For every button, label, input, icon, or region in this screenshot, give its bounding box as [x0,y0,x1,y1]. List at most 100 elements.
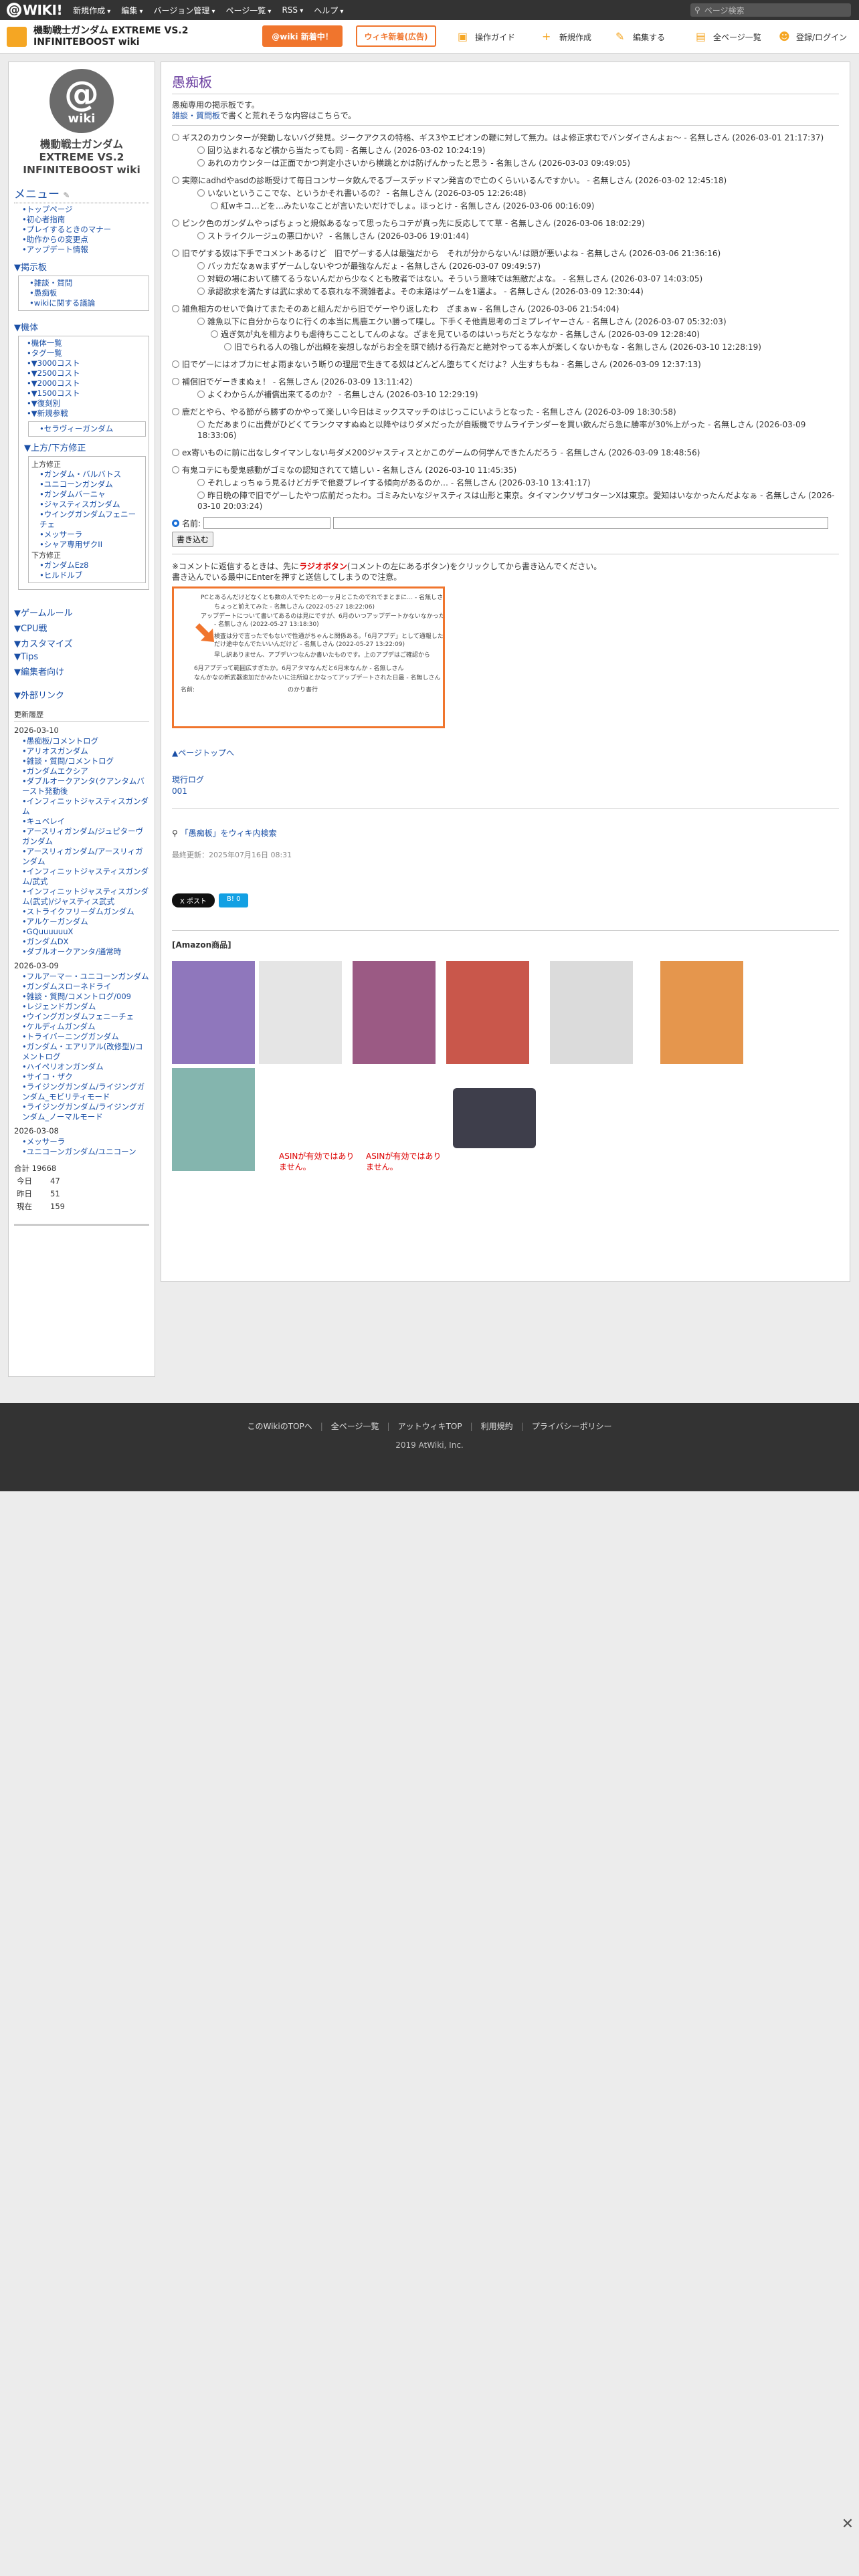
recent-item[interactable]: ダブルオークアンタ/通常時 [22,947,149,957]
reply-radio[interactable] [172,378,179,385]
keijiban-item[interactable]: 雑談・質問 [29,278,146,288]
reply-radio[interactable] [172,134,179,141]
recent-item[interactable]: 愚痴板/コメントログ [22,736,149,746]
keijiban-item[interactable]: 愚痴板 [29,288,146,298]
buff-unit-item[interactable]: ユニコーンガンダム [39,479,142,490]
new-page-link[interactable]: + 新規作成 [542,25,591,48]
sidebar-section-heading[interactable]: ▼編集者向け [14,665,149,677]
guide-link[interactable]: ▣ 操作ガイド [458,25,515,48]
reply-radio[interactable] [172,177,179,184]
recent-item[interactable]: GQuuuuuuX [22,927,149,937]
all-pages-link[interactable]: ▤ 全ページ一覧 [696,25,761,48]
recent-item[interactable]: フルアーマー・ユニコーンガンダム [22,972,149,982]
wiki-logo[interactable]: @ wiki [50,69,114,133]
silver-gundam-figure[interactable] [550,961,633,1064]
menu-pagelist[interactable]: ページ一覧 [225,5,271,16]
wiki-ad-button[interactable]: ウィキ新着(広告) [356,25,436,47]
kitai-item[interactable]: 機体一覧 [27,338,146,348]
history-heading[interactable]: 現行ログ [172,775,204,784]
reply-radio[interactable] [197,159,205,167]
new-comment-radio[interactable] [172,519,179,527]
red-gundam-figure[interactable] [446,961,529,1064]
reply-radio[interactable] [197,421,205,428]
kitai-item[interactable]: ▼1500コスト [27,389,146,399]
page-search-input[interactable]: ⚲ ページ検索 [690,3,851,17]
kitai-item[interactable]: ▼3000コスト [27,358,146,368]
footer-link[interactable]: このWikiのTOPへ [248,1422,312,1431]
recent-item[interactable]: レジェンドガンダム [22,1002,149,1012]
recent-item[interactable]: アースリィガンダム/ジュピターヴガンダム [22,827,149,847]
menu-new[interactable]: 新規作成 [73,5,110,16]
buff-unit-item[interactable]: メッサーラ [39,530,142,540]
close-icon[interactable]: ✕ [839,2516,856,2533]
recent-item[interactable]: ライジングガンダム/ライジングガンダム_ノーマルモード [22,1102,149,1122]
name-input[interactable] [203,517,331,529]
x-post-button[interactable]: X ポスト [172,893,215,907]
submit-button[interactable]: 書き込む [172,532,214,547]
reply-radio[interactable] [197,318,205,325]
reply-radio[interactable] [172,305,179,312]
reply-radio[interactable] [211,330,218,338]
reply-radio[interactable] [197,479,205,486]
keijiban-item[interactable]: wikiに関する議論 [29,298,146,308]
kitai-item[interactable]: ▼新規参戦 [27,409,146,419]
purple-gundam-figure[interactable] [353,961,436,1064]
reply-radio[interactable] [172,249,179,257]
external-links-heading[interactable]: ▼外部リンク [14,688,149,701]
menu-version[interactable]: バージョン管理 [154,5,215,16]
menu-item[interactable]: プレイするときのマナー [22,225,149,235]
nerf-unit-item[interactable]: ガンダムEz8 [39,560,142,570]
menu-item[interactable]: 初心者指南 [22,215,149,225]
nerf-unit-item[interactable]: ヒルドルブ [39,570,142,580]
buff-unit-item[interactable]: ジャスティスガンダム [39,500,142,510]
footer-link[interactable]: アットウィキTOP [398,1422,462,1431]
buff-unit-item[interactable]: シャア専用ザクII [39,540,142,550]
recent-item[interactable]: ダブルオークアンタ(クアンタムバースト発動後 [22,776,149,796]
zatsudan-link[interactable]: 雑談・質問板 [172,111,220,120]
roblox-card[interactable] [453,1068,536,1171]
reply-radio[interactable] [172,360,179,368]
kitai-item[interactable]: ▼復刻別 [27,399,146,409]
recent-item[interactable]: ガンダムスローネドライ [22,982,149,992]
sidebar-section-heading[interactable]: ▼ゲームルール [14,606,149,619]
wiki-search-link[interactable]: ⚲ 「愚痴板」をウィキ内検索 [172,808,839,839]
hatena-bookmark-button[interactable]: B! 0 [219,893,249,907]
menu-item[interactable]: トップページ [22,205,149,215]
login-link[interactable]: ☻ 登録/ログイン [779,25,847,48]
switch-game-box[interactable] [172,1068,255,1171]
recent-item[interactable]: ガンダムエクシア [22,766,149,776]
recent-item[interactable]: ストライクフリーダムガンダム [22,907,149,917]
recent-item[interactable]: ウイングガンダムフェニーチェ [22,1012,149,1022]
reply-radio[interactable] [197,232,205,239]
kitai-item[interactable]: タグ一覧 [27,348,146,358]
site-logo[interactable] [7,27,27,47]
menu-help[interactable]: ヘルプ [314,5,343,16]
reply-radio[interactable] [197,391,205,398]
reply-radio[interactable] [172,219,179,227]
comment-input[interactable] [333,517,829,529]
kitai-item[interactable]: ▼2000コスト [27,379,146,389]
orange-food-items[interactable] [660,961,743,1064]
recent-item[interactable]: ユニコーンガンダム/ユニコーン [22,1147,149,1157]
reply-radio[interactable] [197,262,205,270]
ps4-game-box[interactable] [172,961,255,1064]
recent-item[interactable]: ハイペリオンガンダム [22,1062,149,1072]
recent-item[interactable]: 雑談・質問/コメントログ/009 [22,992,149,1002]
reply-radio[interactable] [172,466,179,473]
footer-link[interactable]: プライバシーポリシー [532,1422,612,1431]
site-title[interactable]: 機動戦士ガンダム EXTREME VS.2 INFINITEBOOST wiki [33,25,188,48]
atwiki-logo[interactable]: @ WIKI! [7,2,63,18]
buff-unit-item[interactable]: ガンダム・バルバトス [39,469,142,479]
recent-item[interactable]: アリオスガンダム [22,746,149,756]
edit-link[interactable]: ✎ 編集する [615,25,665,48]
menu-item[interactable]: アップデート情報 [22,245,149,255]
kitai-heading[interactable]: ▼機体 [14,320,149,333]
recent-item[interactable]: ケルディムガンダム [22,1022,149,1032]
recent-item[interactable]: 雑談・質問/コメントログ [22,756,149,766]
recent-item[interactable]: ガンダムDX [22,937,149,947]
buff-unit-item[interactable]: ガンダムバーニャ [39,490,142,500]
reply-radio[interactable] [224,343,231,350]
menu-rss[interactable]: RSS [282,5,303,15]
reply-radio[interactable] [211,202,218,209]
ue-heading[interactable]: ▼上方/下方修正 [19,441,146,453]
